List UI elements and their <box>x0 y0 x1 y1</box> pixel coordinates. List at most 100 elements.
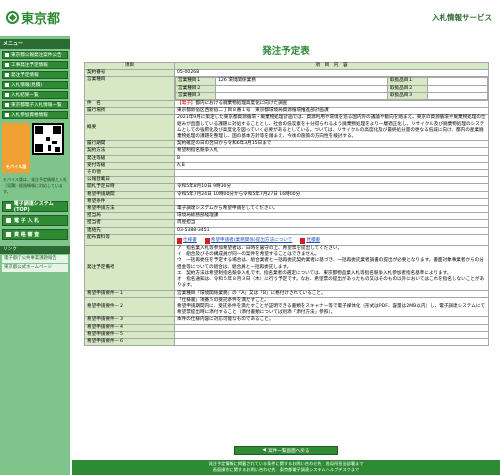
pdf-link-label: 見積書 <box>306 237 321 243</box>
back-to-list-button[interactable]: ◀ 案件一覧画面へ戻る <box>234 446 338 455</box>
arrow-icon <box>6 232 11 237</box>
table-header-row: 項目 項 目 内 容 <box>84 61 489 71</box>
tokyo-logo[interactable]: 東京都 <box>6 8 60 27</box>
business-type-subtable: 営業種目１ 126 環境関係業務 取扱品目１ 営業種目２ 取扱品目２ 営業種目３ <box>175 77 488 101</box>
row-label: 希望申請要件－２ <box>84 296 175 318</box>
arrow-icon <box>5 103 9 107</box>
table-row: 担当者 周屋担当 <box>84 219 489 228</box>
table-row: 希望申請要件－１ 営業種目「環境関係業務」の「A」又は「B」に格付けされていること… <box>84 289 489 298</box>
period-value: 契約確定の日の翌日から令和6年3月15日まで <box>174 140 489 149</box>
link-heading: リンク <box>0 246 70 254</box>
table-row: 希望申請要件－３ 本件の仕様内容に対応可能なものであること。 <box>84 316 489 325</box>
business-type-value-2 <box>215 84 388 93</box>
business-type-cell: 営業種目１ 126 環境関係業務 取扱品目１ 営業種目２ 取扱品目２ 営業種目３ <box>174 76 489 102</box>
arrow-icon <box>5 113 9 117</box>
table-row: 希望申請要件－２ 「仕様書」項番５の受託条件を満たすこと。 希望申請期間内に、受託… <box>84 296 489 318</box>
estimate-pdf-link[interactable]: 見積書 <box>300 238 320 244</box>
arrow-icon <box>5 53 9 57</box>
business-type-label-2: 営業種目２ <box>175 84 216 93</box>
mobile-button[interactable]: モバイル版 <box>2 123 30 173</box>
link-public-works[interactable]: 電子都庁公共事業課題報告 <box>2 255 68 263</box>
sidebar-item-order-plan[interactable]: 発注予定情報 <box>2 71 68 79</box>
logo-text: 東京都 <box>21 12 61 27</box>
sidebar-item-ebid-list[interactable]: 東京都電子入札情報一覧 <box>2 101 68 109</box>
main-content: 発注予定表 項目 項 目 内 容 契約番号 05-00268 営業種目 営業種目… <box>72 36 500 475</box>
sidebar-item-qualification[interactable]: 入札参加資格情報 <box>2 111 68 119</box>
handled-item-label-3: 取扱品目３ <box>387 91 428 101</box>
row-label: 契約方法 <box>84 147 175 156</box>
sidebar-item-construction-plan[interactable]: 工事発注予定情報 <box>2 61 68 69</box>
pdf-icon <box>300 237 306 244</box>
row-label: 履行期間 <box>84 140 175 149</box>
row-label: 担当局 <box>84 212 175 221</box>
pdf-icon <box>204 237 210 244</box>
mobile-section: モバイル版 <box>2 123 68 175</box>
contract-number: 05-00268 <box>174 69 489 78</box>
row-label: 履行場所 <box>84 107 175 116</box>
footer-line: 画面操作に関するお問い合わせ先 東京都電子調達システムヘルプデスクまで <box>212 467 360 472</box>
sidebar-item-bid-info[interactable]: 入札情報(見積) <box>2 81 68 89</box>
person-value: 周屋担当 <box>174 219 489 228</box>
table-row: 発注予定備考 ア 指名業入札等参加希望者は、日時を厳守の上、希望票を提出してくだ… <box>84 245 489 291</box>
col-header-content: 項 目 内 容 <box>174 61 489 71</box>
subject-cell: 【電子】都内における廃棄物処理高度化に向けた調査 <box>174 100 489 109</box>
row-label: 営業種目 <box>84 76 175 102</box>
row-label: 希望申請期間 <box>84 190 175 199</box>
mobile-note: モバイル版は、発注予定情報と入札（見積）経過情報に対応しています。 <box>3 177 67 194</box>
col-header-item: 項目 <box>84 61 175 71</box>
ebid-button[interactable]: 電 子 入 札 <box>2 215 68 226</box>
submission-method-pdf-link[interactable]: 希望申請者(業務関係)提出方法について <box>204 237 292 244</box>
row-label: 発注予定備考 <box>84 245 175 291</box>
subject-text: 都内における廃棄物処理高度化に向けた調査 <box>195 101 288 107</box>
row-label: 希望申請要件－４ <box>84 323 175 332</box>
pdf-link-label: 仕様書 <box>183 237 197 243</box>
handled-item-value-2 <box>427 84 488 93</box>
dept-value: 環境局総務部経理課 <box>174 212 489 221</box>
table-row: 希望条件 <box>84 197 489 207</box>
row-label: 発注等級 <box>84 154 175 163</box>
arrow-icon <box>6 218 11 223</box>
table-row: 配布資料等 仕様書 希望申請者(業務関係)提出方法について 見積書 <box>84 233 489 247</box>
link-tokyo-official[interactable]: 東京都公式ホームページ <box>2 264 68 272</box>
sidebar-menu-heading: メニュー <box>0 39 70 49</box>
apply-req1-value: 営業種目「環境関係業務」の「A」又は「B」に格付けされていること。 <box>174 289 489 298</box>
table-row: 担当局 環境局総務部経理課 <box>84 212 489 221</box>
footer: 発注予定情報に掲載されている条件に関するお問い合わせ先 各局所担当部署まで 画面… <box>72 460 500 475</box>
spec-pdf-link[interactable]: 仕様書 <box>177 238 197 244</box>
qualification-button[interactable]: 資 格 審 査 <box>2 229 68 240</box>
row-label: 受付等級 <box>84 161 175 171</box>
sidebar-item-public-notice[interactable]: 東京都公報発注案件公告 <box>2 51 68 59</box>
row-label: 担当者 <box>84 219 175 228</box>
apply-req3-value: 本件の仕様内容に対応可能なものであること。 <box>174 316 489 325</box>
sidebar-item-label: 入札参加資格情報 <box>11 113 48 118</box>
arrow-icon <box>5 73 9 77</box>
rank-value: B <box>174 154 489 163</box>
handled-item-label-1: 取扱品目１ <box>387 77 428 86</box>
open-date-value: 令和5年8月10日 9時30分 <box>174 183 489 192</box>
table-row: 概要 2021年9月に策定した東京都資源循環・廃棄物処理計画では、資源利用や環境… <box>84 114 489 142</box>
apply-cond-value <box>174 197 489 207</box>
table-row: 発注等級 B <box>84 154 489 163</box>
sidebar-item-bid-results[interactable]: 入札結果一覧 <box>2 91 68 99</box>
table-row: 希望申請要件－４ <box>84 323 489 332</box>
button-label: 電子調達システム(TOP) <box>13 201 54 213</box>
sidebar-item-label: 発注予定情報 <box>11 73 39 78</box>
sidebar-item-label: 東京都公報発注案件公告 <box>11 53 62 58</box>
table-row: 連絡先 03-5388-3451 <box>84 226 489 235</box>
tel-value: 03-5388-3451 <box>174 226 489 235</box>
row-label: 希望申請要件－１ <box>84 289 175 298</box>
docs-cell: 仕様書 希望申請者(業務関係)提出方法について 見積書 <box>174 233 489 247</box>
business-type-value-3 <box>215 91 388 101</box>
service-title: 入札情報サービス <box>432 13 492 22</box>
apply-period-value: 令和5年7月24日 10時00分から令和5年7月27日 16時00分 <box>174 190 489 199</box>
table-row: 契約方法 希望制指名競争入札 <box>84 147 489 156</box>
ebid-system-top-button[interactable]: 電子調達システム(TOP) <box>2 201 68 213</box>
sidebar-item-label: 入札情報(見積) <box>11 83 43 88</box>
pdf-icon <box>177 237 182 244</box>
chevron-left-icon: ◀ <box>262 448 267 453</box>
table-row: 営業種目 営業種目１ 126 環境関係業務 取扱品目１ 営業種目２ 取扱品目２ <box>84 76 489 102</box>
sidebar-item-label: 東京都電子入札情報一覧 <box>11 103 62 108</box>
row-label: 希望申請要件－６ <box>84 337 175 347</box>
pub-date-value <box>174 176 489 185</box>
arrow-icon <box>5 63 9 67</box>
